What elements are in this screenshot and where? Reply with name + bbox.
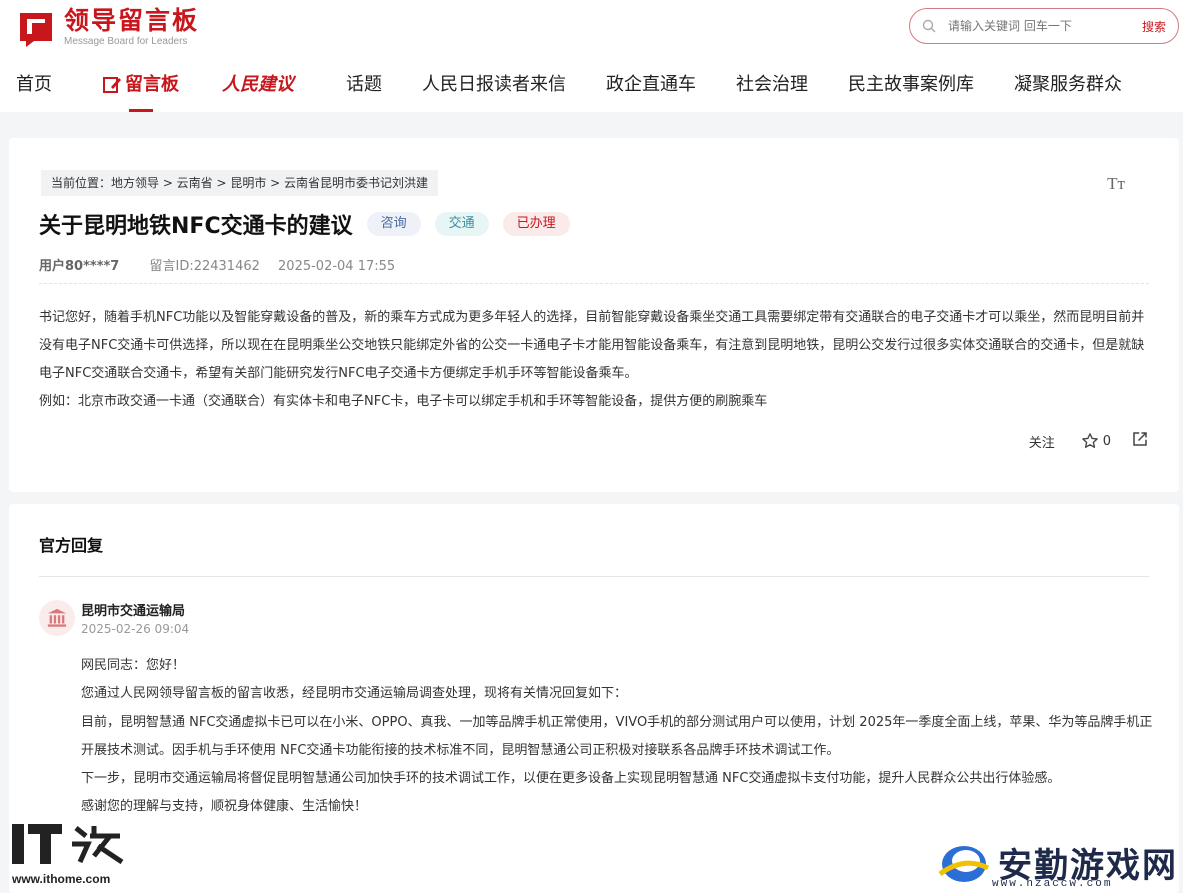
star-button[interactable]: 0 [1081,432,1111,450]
author-name: 用户80****7 [39,259,120,274]
reply-paragraph: 您通过人民网领导留言板的留言收悉，经昆明市交通运输局调查处理，现将有关情况回复如… [81,686,628,702]
nav-home[interactable]: 首页 [16,66,52,104]
government-building-icon [47,608,67,627]
reply-paragraph: 下一步，昆明市交通运输局将督促昆明智慧通公司加快手环的技术调试工作，以便在更多设… [81,771,1061,787]
tag-traffic[interactable]: 交通 [434,212,489,236]
message-datetime: 2025-02-04 17:55 [278,259,396,274]
reply-section-title: 官方回复 [39,536,104,555]
page-title: 关于昆明地铁NFC交通卡的建议 [39,214,353,239]
search-button[interactable]: 搜索 [1142,18,1166,35]
share-button[interactable] [1131,430,1149,452]
site-logo[interactable]: 领导留言板 Message Board for Leaders [16,6,199,48]
site-header: 领导留言板 Message Board for Leaders 搜索 首页 留言… [0,0,1183,112]
nav-readers-letters[interactable]: 人民日报读者来信 [422,66,566,104]
nav-message-board-label: 留言板 [125,74,179,95]
message-meta: 用户80****7 留言ID:22431462 2025-02-04 17:55 [39,255,395,274]
message-paragraph: 例如：北京市政交通一卡通（交通联合）有实体卡和电子NFC卡，电子卡可以绑定手机和… [39,394,768,409]
message-content: 书记您好，随着手机NFC功能以及智能穿戴设备的普及，新的乘车方式成为更多年轻人的… [39,304,1151,416]
breadcrumb[interactable]: 当前位置：地方领导 > 云南省 > 昆明市 > 云南省昆明市委书记刘洪建 [41,170,439,196]
search-icon [922,19,936,33]
reply-paragraph: 目前，昆明智慧通 NFC交通虚拟卡已可以在小米、OPPO、真我、一加等品牌手机正… [81,714,1153,758]
hzaccw-logo-icon [938,846,990,882]
nav-message-board[interactable]: 留言板 [102,66,179,112]
font-size-icon[interactable]: Tт [1107,174,1125,194]
reply-datetime: 2025-02-26 09:04 [81,622,190,636]
message-card: 当前位置：地方领导 > 云南省 > 昆明市 > 云南省昆明市委书记刘洪建 Tт … [9,138,1179,492]
reply-paragraph: 网民同志：您好！ [81,658,186,673]
nav-topics[interactable]: 话题 [346,66,382,104]
status-badge: 已办理 [502,212,570,236]
follow-button[interactable]: 关注 [1029,432,1055,451]
search-input[interactable] [948,19,1142,33]
department-name: 昆明市交通运输局 [81,604,186,619]
nav-democracy-cases[interactable]: 民主故事案例库 [848,66,974,104]
divider [39,576,1149,577]
share-icon [1133,432,1147,446]
reply-paragraph: 感谢您的理解与支持，顺祝身体健康、生活愉快！ [81,799,368,815]
search-box: 搜索 [909,8,1179,44]
divider [39,283,1149,284]
pen-note-icon [103,77,121,93]
message-paragraph: 书记您好，随着手机NFC功能以及智能穿戴设备的普及，新的乘车方式成为更多年轻人的… [39,310,1145,381]
logo-mark-icon [16,7,56,47]
message-id: 留言ID:22431462 [149,259,260,274]
star-icon [1081,433,1098,448]
nav-gov-enterprise[interactable]: 政企直通车 [606,66,696,104]
ithome-watermark-url: www.ithome.com [12,872,111,886]
title-row: 关于昆明地铁NFC交通卡的建议 咨询 交通 已办理 [39,208,570,240]
ithome-watermark-logo [10,822,130,872]
nav-serve-masses[interactable]: 凝聚服务群众 [1014,66,1122,104]
nav-people-suggestion[interactable]: 人民建议 [222,66,294,104]
main-nav: 首页 留言板 人民建议 话题 人民日报读者来信 政企直通车 社会治理 民主故事案… [0,66,1183,112]
message-actions: 关注 0 [1029,430,1149,452]
logo-title: 领导留言板 [64,6,200,35]
hzaccw-watermark-url: www.hzaccw.com [992,878,1113,890]
nav-social-governance[interactable]: 社会治理 [736,66,808,104]
tag-consult[interactable]: 咨询 [366,212,421,236]
department-avatar [39,600,75,636]
logo-subtitle: Message Board for Leaders [64,36,188,47]
reply-content: 网民同志：您好！ 您通过人民网领导留言板的留言收悉，经昆明市交通运输局调查处理，… [81,652,1153,822]
star-count: 0 [1102,433,1111,449]
